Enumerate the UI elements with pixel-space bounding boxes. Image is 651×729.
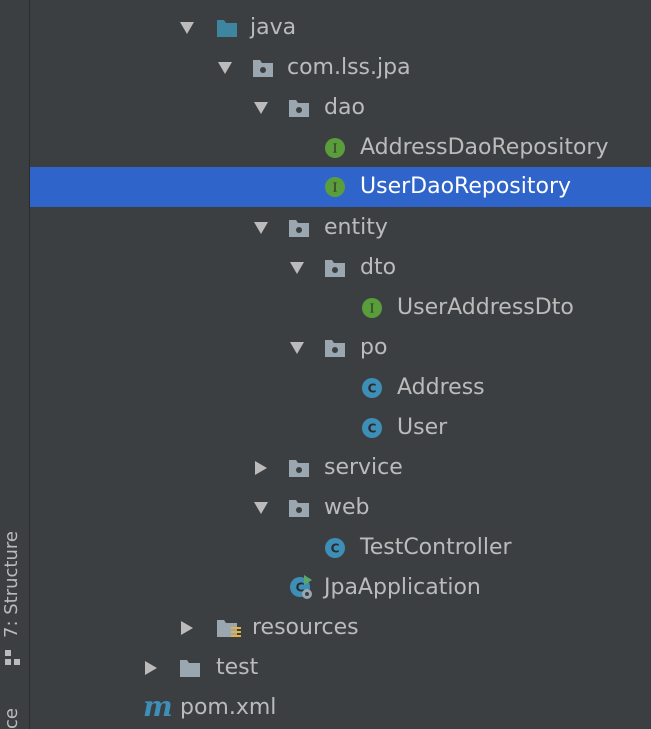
chevron-down-icon[interactable] [288, 339, 306, 357]
tree-node-label: java [250, 15, 297, 40]
interface-icon: I [362, 298, 382, 318]
tree-node-label: service [324, 455, 403, 480]
resources-folder-icon [217, 620, 241, 637]
tree-node-web[interactable]: web [30, 488, 651, 528]
package-icon [325, 260, 345, 277]
svg-text:m: m [143, 694, 172, 720]
tool-window-stripe: 7: Structure ce [0, 0, 30, 729]
svg-text:C: C [368, 382, 377, 396]
chevron-right-icon[interactable] [178, 619, 196, 637]
tree-node-pom-xml[interactable]: m pom.xml [30, 688, 651, 728]
tree-node-user-dao-repository[interactable]: I UserDaoRepository [30, 167, 651, 207]
tree-node-user-address-dto[interactable]: I UserAddressDto [30, 288, 651, 328]
tree-node-label: pom.xml [180, 695, 277, 720]
tree-node-label: test [216, 655, 259, 680]
chevron-down-icon[interactable] [288, 259, 306, 277]
tree-node-jpa-application[interactable]: C JpaApplication [30, 568, 651, 608]
chevron-right-icon[interactable] [142, 659, 160, 677]
package-icon [253, 60, 273, 77]
source-folder-icon [217, 20, 237, 37]
tree-node-label: web [324, 495, 370, 520]
package-icon [325, 340, 345, 357]
tree-node-label: com.lss.jpa [287, 55, 411, 80]
package-icon [289, 500, 309, 517]
tree-node-label: entity [324, 215, 388, 240]
tree-node-resources[interactable]: resources [30, 608, 651, 648]
tree-node-entity[interactable]: entity [30, 208, 651, 248]
tree-node-java[interactable]: java [30, 8, 651, 48]
class-icon: C [362, 378, 382, 398]
tree-node-label: dto [360, 255, 397, 280]
structure-tab-label: 7: Structure [1, 531, 22, 638]
maven-icon: m [143, 694, 172, 720]
chevron-down-icon[interactable] [252, 99, 270, 117]
tree-node-label: Address [397, 375, 485, 400]
tree-node-label: TestController [360, 535, 512, 560]
spring-boot-class-icon: C [290, 575, 312, 599]
tree-node-com-lss-jpa[interactable]: com.lss.jpa [30, 48, 651, 88]
tree-node-address-dao-repository[interactable]: I AddressDaoRepository [30, 128, 651, 168]
package-icon [289, 220, 309, 237]
tree-node-label: JpaApplication [324, 575, 481, 600]
tree-node-label: UserAddressDto [397, 295, 574, 320]
tree-node-label: UserDaoRepository [360, 174, 572, 199]
tree-node-dao[interactable]: dao [30, 88, 651, 128]
tree-node-address[interactable]: C Address [30, 368, 651, 408]
chevron-down-icon[interactable] [216, 59, 234, 77]
svg-text:C: C [368, 422, 377, 436]
class-icon: C [362, 418, 382, 438]
tree-node-po[interactable]: po [30, 328, 651, 368]
tree-node-label: dao [324, 95, 365, 120]
package-icon [289, 460, 309, 477]
tree-node-label: resources [252, 615, 359, 640]
package-icon [289, 100, 309, 117]
tree-node-dto[interactable]: dto [30, 248, 651, 288]
folder-icon [180, 660, 200, 677]
project-tree[interactable]: java com.lss.jpa dao I AddressDaoReposit… [30, 0, 651, 729]
tree-node-label: User [397, 415, 448, 440]
interface-icon: I [325, 138, 345, 158]
class-icon: C [325, 538, 345, 558]
chevron-down-icon[interactable] [252, 219, 270, 237]
structure-icon [5, 650, 20, 665]
svg-text:I: I [370, 302, 375, 316]
tree-node-test[interactable]: test [30, 648, 651, 688]
svg-text:I: I [333, 142, 338, 156]
svg-text:I: I [333, 181, 338, 195]
tree-node-user[interactable]: C User [30, 408, 651, 448]
chevron-down-icon[interactable] [178, 19, 196, 37]
tree-node-label: po [360, 335, 388, 360]
chevron-down-icon[interactable] [252, 499, 270, 517]
tree-node-service[interactable]: service [30, 448, 651, 488]
tree-node-label: AddressDaoRepository [360, 135, 609, 160]
interface-icon: I [325, 177, 345, 197]
favorites-tab-label: ce [1, 708, 22, 729]
tree-node-test-controller[interactable]: C TestController [30, 528, 651, 568]
chevron-right-icon[interactable] [252, 459, 270, 477]
svg-text:C: C [331, 542, 340, 556]
